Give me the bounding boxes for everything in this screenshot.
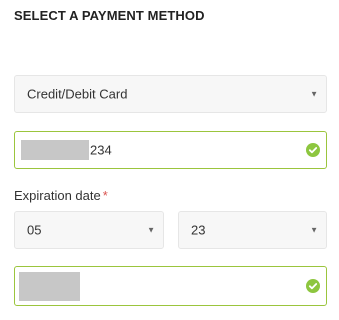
card-number-suffix: 234 <box>90 142 112 158</box>
security-code-masked <box>19 272 80 301</box>
chevron-down-icon: ▼ <box>310 89 318 99</box>
expiration-month-select[interactable]: 05 ▼ <box>14 211 164 249</box>
security-code-input[interactable] <box>14 266 327 306</box>
expiration-date-label: Expiration date * <box>14 188 108 203</box>
expiration-date-label-text: Expiration date <box>14 188 101 203</box>
expiration-month-value: 05 <box>27 222 42 238</box>
card-number-input[interactable]: 234 <box>14 131 327 169</box>
payment-method-select[interactable]: Credit/Debit Card ▼ <box>14 75 327 113</box>
card-number-masked <box>21 140 89 160</box>
chevron-down-icon: ▼ <box>147 225 155 235</box>
check-circle-icon <box>306 143 320 157</box>
payment-method-form: SELECT A PAYMENT METHOD Credit/Debit Car… <box>0 0 339 320</box>
chevron-down-icon: ▼ <box>310 225 318 235</box>
payment-method-selected: Credit/Debit Card <box>27 86 128 102</box>
expiration-year-value: 23 <box>191 222 206 238</box>
section-title: SELECT A PAYMENT METHOD <box>14 8 205 23</box>
required-marker: * <box>102 188 108 203</box>
expiration-year-select[interactable]: 23 ▼ <box>178 211 327 249</box>
check-circle-icon <box>306 279 320 293</box>
